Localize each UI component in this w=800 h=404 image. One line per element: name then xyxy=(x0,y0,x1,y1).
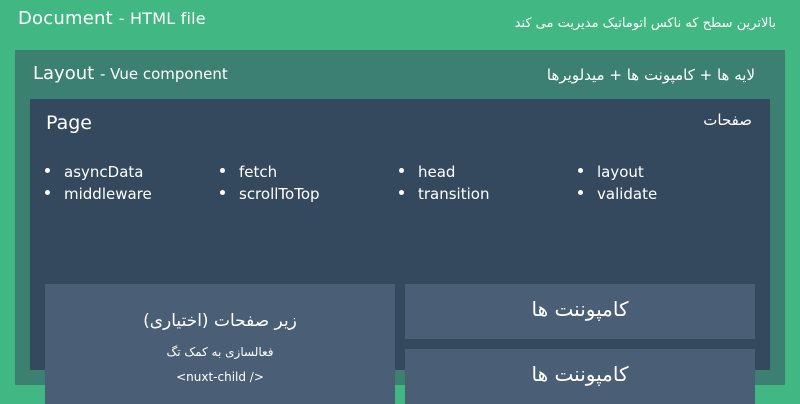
method-item: transition xyxy=(399,183,489,205)
child-pages-description: فعالسازی به کمک تگ xyxy=(166,345,274,359)
method-item: scrollToTop xyxy=(220,183,320,205)
method-item: head xyxy=(399,161,455,183)
method-item: asyncData xyxy=(45,161,143,183)
layout-note: لایه ها + کامپونت ها + میدلویرها xyxy=(546,66,755,84)
page-title: Page xyxy=(46,112,92,134)
layout-subtitle: - Vue component xyxy=(99,65,228,83)
nuxt-child-tag: <nuxt-child /> xyxy=(176,370,264,384)
document-title-text: Document xyxy=(18,8,113,29)
document-subtitle: - HTML file xyxy=(118,9,206,28)
page-methods-list: asyncData fetch head layout middleware s… xyxy=(45,161,765,207)
components-label: کامپوننت ها xyxy=(531,297,629,321)
nuxt-views-diagram: { "document": { "title": "Document", "su… xyxy=(0,0,800,404)
document-note: بالاترین سطح که ناکس اتوماتیک مدیریت می … xyxy=(514,16,776,31)
components-card: کامپوننت ها xyxy=(405,349,755,404)
method-item: layout xyxy=(578,161,644,183)
components-card: کامپوننت ها xyxy=(405,284,755,339)
page-note: صفحات xyxy=(703,111,752,129)
layout-title: Layout - Vue component xyxy=(33,63,228,84)
method-item: fetch xyxy=(220,161,277,183)
method-item: middleware xyxy=(45,183,152,205)
document-title: Document - HTML file xyxy=(18,8,206,29)
method-item: validate xyxy=(578,183,657,205)
layout-box: Layout - Vue component لایه ها + کامپونت… xyxy=(15,50,785,404)
layout-title-text: Layout xyxy=(33,63,95,84)
page-box: Page صفحات asyncData fetch head layout m… xyxy=(30,99,770,404)
components-label: کامپوننت ها xyxy=(531,362,629,386)
child-pages-title: زیر صفحات (اختیاری) xyxy=(143,311,297,331)
child-pages-card: زیر صفحات (اختیاری) فعالسازی به کمک تگ <… xyxy=(45,284,395,404)
